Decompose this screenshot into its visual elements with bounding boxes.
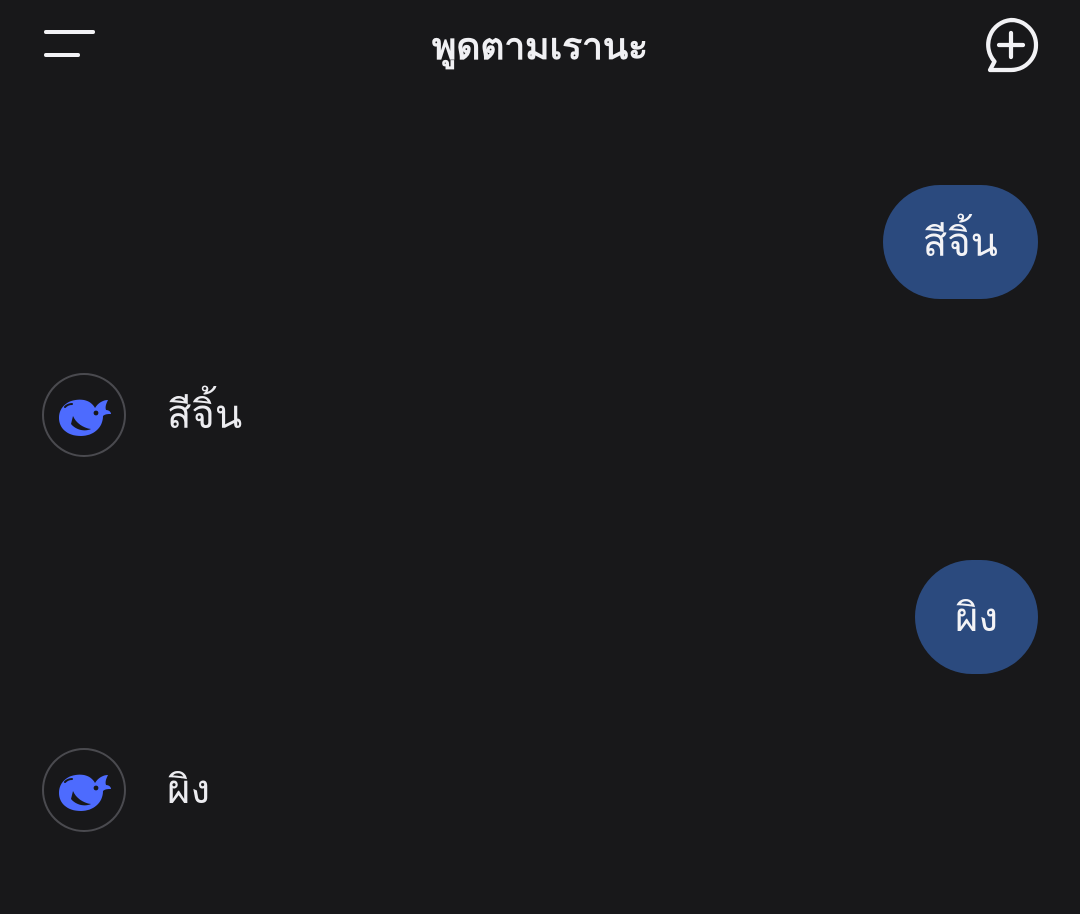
- page-title: พูดตามเรานะ: [431, 25, 649, 68]
- user-message-text: สีจิ้น: [922, 220, 998, 266]
- new-chat-button[interactable]: [980, 14, 1042, 76]
- assistant-avatar: [42, 373, 126, 457]
- whale-logo-icon: [59, 399, 111, 436]
- assistant-avatar: [42, 748, 126, 832]
- new-chat-plus-bubble-icon: [986, 17, 1039, 73]
- user-message-bubble[interactable]: สีจิ้น: [882, 185, 1038, 299]
- top-bar: พูดตามเรานะ: [0, 0, 1080, 96]
- whale-logo-icon: [59, 774, 111, 811]
- assistant-message: ผิง: [42, 748, 210, 832]
- user-message-text: ผิง: [955, 595, 998, 641]
- assistant-message-text: สีจิ้น: [167, 392, 243, 438]
- assistant-message-text: ผิง: [167, 767, 210, 813]
- assistant-message: สีจิ้น: [42, 373, 242, 457]
- menu-button[interactable]: [36, 22, 102, 68]
- user-message-bubble[interactable]: ผิง: [915, 560, 1038, 674]
